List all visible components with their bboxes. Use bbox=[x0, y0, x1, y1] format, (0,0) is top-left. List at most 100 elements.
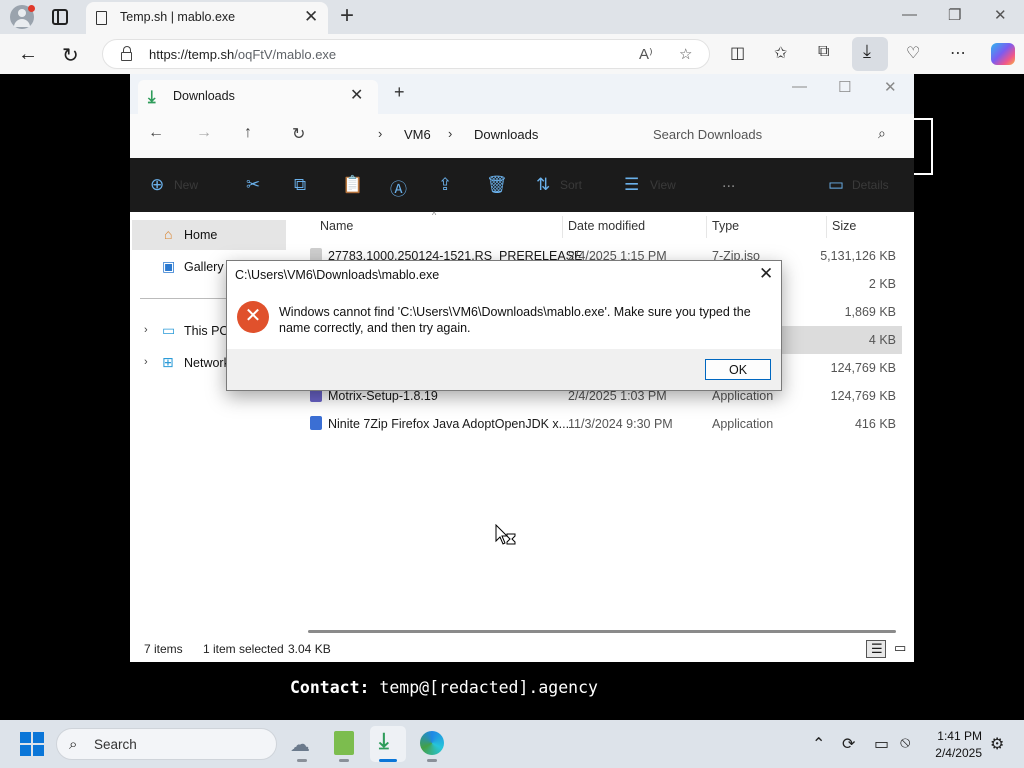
start-button[interactable] bbox=[20, 732, 44, 756]
restore-icon[interactable]: ❐ bbox=[948, 6, 961, 24]
taskbar-app-downloads[interactable]: ⤓ bbox=[370, 726, 406, 762]
file-row[interactable]: Ninite 7Zip Firefox Java AdoptOpenJDK x.… bbox=[290, 410, 902, 438]
remote-network-icon: ☁ bbox=[290, 734, 310, 756]
share-icon[interactable]: ⇪ bbox=[438, 175, 452, 195]
sort-icon[interactable]: ⇅ bbox=[536, 175, 550, 195]
file-date: 2/4/2025 1:03 PM bbox=[568, 389, 667, 403]
clock-time[interactable]: 1:41 PM bbox=[930, 729, 982, 743]
nav-item-home[interactable]: ⌂ Home bbox=[132, 220, 286, 250]
explorer-tab-downloads[interactable]: ⤓ Downloads ✕ bbox=[138, 80, 378, 114]
taskbar: ⌕ Search ☁ ⤓ ⌃ ⟳ ▭ ⦸ 1:41 PM 2/4/2025 ⚙ bbox=[0, 720, 1024, 768]
notepad-icon bbox=[334, 731, 354, 755]
sort-label[interactable]: Sort bbox=[560, 178, 582, 192]
details-view-button[interactable]: ☰ bbox=[866, 640, 886, 658]
more-options-icon[interactable]: ... bbox=[722, 174, 735, 192]
nav-item-this-pc-label: This PC bbox=[184, 324, 229, 338]
network-status-icon[interactable]: ▭ bbox=[874, 734, 889, 754]
up-icon[interactable]: ↑ bbox=[244, 124, 252, 142]
column-separator[interactable] bbox=[826, 216, 827, 238]
chevron-right-icon: › bbox=[448, 126, 453, 141]
new-tab-icon[interactable]: + bbox=[340, 2, 354, 30]
performance-icon[interactable]: ♡ bbox=[906, 43, 920, 63]
dialog-close-icon[interactable]: ✕ bbox=[759, 264, 773, 284]
lock-icon[interactable] bbox=[121, 46, 132, 61]
breadcrumb-vm6[interactable]: VM6 bbox=[404, 127, 431, 142]
search-icon[interactable]: ⌕ bbox=[878, 125, 886, 142]
column-separator[interactable] bbox=[706, 216, 707, 238]
busy-cursor-icon bbox=[495, 524, 516, 545]
view-label[interactable]: View bbox=[650, 178, 676, 192]
read-aloud-icon[interactable]: A⁾ bbox=[639, 45, 653, 63]
taskbar-app-notepad[interactable] bbox=[326, 726, 362, 762]
browser-tab-strip: Temp.sh | mablo.exe ✕ + — ❐ ✕ bbox=[0, 0, 1024, 34]
notification-icon[interactable]: ⚙ bbox=[990, 734, 1004, 754]
favorites-icon[interactable]: ✩ bbox=[774, 43, 787, 63]
column-header-size[interactable]: Size bbox=[832, 219, 856, 233]
close-icon[interactable]: ✕ bbox=[884, 78, 897, 96]
minimize-icon[interactable]: — bbox=[902, 6, 917, 23]
maximize-icon[interactable]: ☐ bbox=[838, 78, 851, 96]
sync-icon[interactable]: ⟳ bbox=[842, 734, 855, 754]
search-input[interactable]: Search Downloads ⌕ bbox=[638, 118, 904, 150]
details-label[interactable]: Details bbox=[852, 178, 889, 192]
contact-email: temp@[redacted].agency bbox=[379, 678, 598, 697]
delete-icon[interactable]: 🗑 bbox=[486, 175, 508, 195]
view-icon[interactable]: ☰ bbox=[624, 175, 639, 195]
chevron-right-icon[interactable]: › bbox=[144, 356, 148, 368]
cut-icon[interactable]: ✂ bbox=[246, 175, 260, 195]
collections-icon[interactable]: ⧉ bbox=[818, 43, 829, 61]
tab-actions-icon[interactable] bbox=[52, 9, 68, 25]
browser-tab-active[interactable]: Temp.sh | mablo.exe ✕ bbox=[86, 2, 328, 34]
address-url[interactable]: https://temp.sh/oqFtV/mablo.exe bbox=[149, 47, 336, 62]
refresh-icon[interactable]: ↻ bbox=[62, 43, 79, 68]
tiles-view-icon: ▭ bbox=[894, 640, 907, 655]
copilot-icon[interactable] bbox=[991, 43, 1015, 65]
details-pane-icon[interactable]: ▭ bbox=[828, 175, 844, 195]
column-header-type[interactable]: Type bbox=[712, 219, 739, 233]
minimize-icon[interactable]: — bbox=[792, 78, 807, 95]
split-screen-icon[interactable]: ◫ bbox=[730, 43, 745, 63]
status-selection: 1 item selected bbox=[203, 642, 284, 656]
file-size: 1,869 KB bbox=[844, 305, 896, 319]
horizontal-scrollbar[interactable] bbox=[308, 630, 896, 633]
refresh-icon[interactable]: ↻ bbox=[292, 124, 305, 144]
more-options-icon[interactable]: ⋯ bbox=[950, 43, 966, 63]
back-icon[interactable]: ← bbox=[148, 124, 164, 142]
paste-icon[interactable]: 📋 bbox=[342, 175, 363, 195]
show-hidden-icons-icon[interactable]: ⌃ bbox=[812, 734, 825, 754]
chevron-right-icon[interactable]: › bbox=[144, 324, 148, 336]
search-icon: ⌕ bbox=[69, 736, 78, 753]
tab-close-icon[interactable]: ✕ bbox=[350, 85, 363, 105]
forward-icon[interactable]: → bbox=[196, 124, 212, 142]
breadcrumb-downloads[interactable]: Downloads bbox=[474, 127, 538, 142]
taskbar-app-network[interactable]: ☁ bbox=[284, 726, 320, 762]
column-header-date[interactable]: Date modified bbox=[568, 219, 645, 233]
favorite-star-icon[interactable]: ☆ bbox=[679, 45, 692, 63]
new-tab-icon[interactable]: + bbox=[394, 82, 405, 103]
breadcrumb[interactable]: › VM6 › Downloads bbox=[330, 118, 628, 150]
back-icon[interactable]: ← bbox=[18, 43, 38, 66]
copy-icon[interactable]: ⧉ bbox=[294, 175, 306, 195]
downloads-button[interactable]: ⤓ bbox=[852, 37, 888, 71]
profile-notification-dot bbox=[28, 5, 35, 12]
tab-close-icon[interactable]: ✕ bbox=[304, 7, 318, 27]
rename-icon[interactable]: Ⓐ bbox=[390, 175, 407, 200]
nav-item-gallery-label: Gallery bbox=[184, 260, 224, 274]
file-size: 124,769 KB bbox=[830, 389, 896, 403]
explorer-navbar: ← → ↑ ↻ › VM6 › Downloads Search Downloa… bbox=[130, 114, 914, 158]
new-label[interactable]: New bbox=[174, 178, 198, 192]
taskbar-app-edge[interactable] bbox=[414, 726, 450, 762]
tiles-view-button[interactable]: ▭ bbox=[890, 640, 910, 658]
file-type: Application bbox=[712, 417, 774, 431]
ok-button[interactable]: OK bbox=[705, 359, 771, 380]
new-icon[interactable]: ⊕ bbox=[150, 175, 164, 195]
volume-icon[interactable]: ⦸ bbox=[900, 734, 910, 752]
clock-date[interactable]: 2/4/2025 bbox=[928, 746, 982, 760]
column-separator[interactable] bbox=[562, 216, 563, 238]
sort-ascending-icon: ^ bbox=[432, 210, 437, 220]
close-icon[interactable]: ✕ bbox=[994, 6, 1007, 24]
address-bar[interactable]: https://temp.sh/oqFtV/mablo.exe A⁾ ☆ bbox=[102, 39, 710, 69]
column-header-name[interactable]: Name bbox=[320, 219, 353, 233]
taskbar-search[interactable]: ⌕ Search bbox=[56, 728, 277, 760]
list-view-icon: ☰ bbox=[871, 641, 883, 656]
